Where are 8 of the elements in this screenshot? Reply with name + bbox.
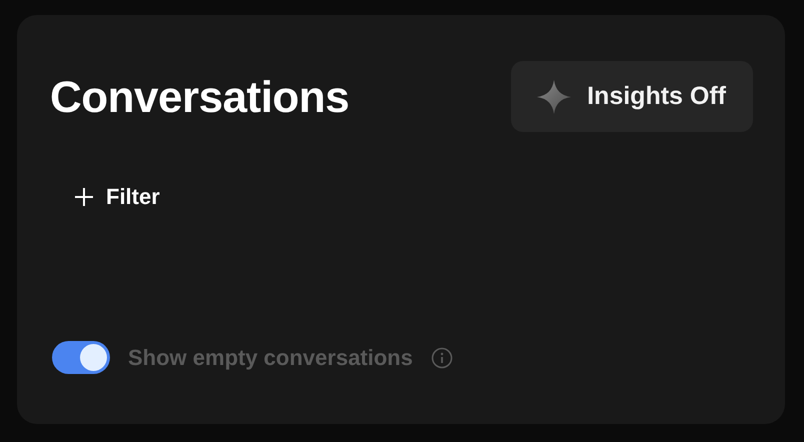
toggle-label: Show empty conversations [128, 344, 413, 370]
filter-button[interactable]: Filter [74, 184, 160, 210]
info-icon[interactable] [430, 346, 453, 368]
toggle-switch[interactable] [52, 341, 110, 374]
plus-icon [74, 187, 94, 207]
page-title: Conversations [50, 72, 350, 122]
sparkle-icon [537, 80, 572, 114]
insights-button[interactable]: Insights Off [511, 61, 753, 132]
